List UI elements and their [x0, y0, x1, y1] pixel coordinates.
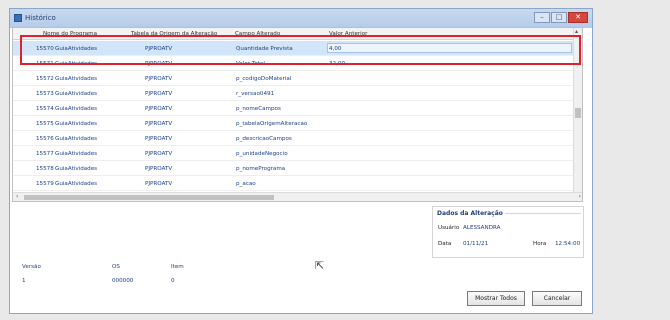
- row-field: p_descricaoCampos: [236, 136, 292, 142]
- row-field: Valor Total: [236, 61, 265, 67]
- row-program: GuiaAtividades: [55, 91, 98, 97]
- scroll-left-icon[interactable]: ‹: [16, 193, 18, 200]
- mouse-pointer-icon: ⇱: [315, 259, 325, 272]
- row-id: 15570: [36, 46, 54, 52]
- row-id: 15572: [36, 76, 54, 82]
- os-label: OS: [112, 264, 120, 270]
- row-field: r_versao0491: [236, 91, 275, 97]
- row-program: GuiaAtividades: [55, 136, 98, 142]
- col-tabela-origem[interactable]: Tabela da Origem da Alteração: [131, 31, 217, 37]
- row-id: 15573: [36, 91, 54, 97]
- col-nome-programa[interactable]: Nome do Programa: [43, 31, 97, 37]
- row-field: p_unidadeNegocio: [236, 151, 288, 157]
- table-row[interactable]: 15576 GuiaAtividades PJPROATV p_descrica…: [13, 131, 574, 146]
- close-button[interactable]: ✕: [568, 12, 588, 23]
- hora-label: Hora: [533, 241, 547, 247]
- row-id: 15571: [36, 61, 54, 67]
- row-id: 15578: [36, 166, 54, 172]
- group-divider: [505, 213, 581, 214]
- row-table: PJPROATV: [145, 181, 173, 187]
- row-id: 15577: [36, 151, 54, 157]
- table-row[interactable]: 15575 GuiaAtividades PJPROATV p_tabelaOr…: [13, 116, 574, 131]
- row-table: PJPROATV: [145, 121, 173, 127]
- usuario-label: Usuário: [438, 225, 460, 231]
- table-row[interactable]: 15579 GuiaAtividades PJPROATV p_acao: [13, 176, 574, 191]
- row-table: PJPROATV: [145, 91, 173, 97]
- table-row[interactable]: 15572 GuiaAtividades PJPROATV p_codigoDo…: [13, 71, 574, 86]
- cancelar-button[interactable]: Cancelar: [532, 291, 582, 306]
- valor-anterior-edit-box[interactable]: [327, 43, 572, 53]
- row-field: p_tabelaOrigemAlteracao: [236, 121, 308, 127]
- usuario-value: ALESSANDRA: [463, 225, 501, 231]
- row-table: PJPROATV: [145, 166, 173, 172]
- dados-title: Dados da Alteração: [437, 210, 503, 217]
- row-field: p_codigoDoMaterial: [236, 76, 292, 82]
- row-program: GuiaAtividades: [55, 151, 98, 157]
- row-program: GuiaAtividades: [55, 166, 98, 172]
- title-bar: Histórico – □ ✕: [10, 9, 592, 28]
- table-row[interactable]: 15573 GuiaAtividades PJPROATV r_versao04…: [13, 86, 574, 101]
- row-program: GuiaAtividades: [55, 46, 98, 52]
- row-program: GuiaAtividades: [55, 121, 98, 127]
- maximize-button[interactable]: □: [551, 12, 567, 23]
- row-field: p_nomePrograma: [236, 166, 286, 172]
- row-field: Quantidade Prevista: [236, 46, 293, 52]
- vertical-scroll-thumb[interactable]: [575, 108, 581, 118]
- horizontal-scroll-thumb[interactable]: [24, 195, 274, 200]
- vertical-scrollbar[interactable]: ▴ ▾: [573, 28, 582, 201]
- row-program: GuiaAtividades: [55, 76, 98, 82]
- row-id: 15574: [36, 106, 54, 112]
- app-icon: [14, 14, 22, 22]
- row-prev-value: 4,00: [329, 46, 342, 52]
- horizontal-scrollbar[interactable]: ‹ ›: [13, 192, 582, 201]
- row-id: 15579: [36, 181, 54, 187]
- minimize-button[interactable]: –: [534, 12, 550, 23]
- table-row[interactable]: 15578 GuiaAtividades PJPROATV p_nomeProg…: [13, 161, 574, 176]
- window-title: Histórico: [25, 14, 56, 22]
- grid-header: Nome do Programa Tabela da Origem da Alt…: [13, 28, 574, 40]
- row-table: PJPROATV: [145, 76, 173, 82]
- row-table: PJPROATV: [145, 106, 173, 112]
- os-value: 000000: [112, 278, 134, 284]
- table-row[interactable]: 15570 GuiaAtividades PJPROATV Quantidade…: [13, 41, 574, 56]
- row-table: PJPROATV: [145, 46, 173, 52]
- table-row[interactable]: 15571 GuiaAtividades PJPROATV Valor Tota…: [13, 56, 574, 71]
- dados-alteracao-group: Dados da Alteração Usuário ALESSANDRA Da…: [432, 206, 584, 258]
- table-row[interactable]: 15574 GuiaAtividades PJPROATV p_nomeCamp…: [13, 101, 574, 116]
- row-field: p_nomeCampos: [236, 106, 281, 112]
- data-value: 01/11/21: [463, 241, 489, 247]
- row-table: PJPROATV: [145, 151, 173, 157]
- row-program: GuiaAtividades: [55, 106, 98, 112]
- mostrar-todos-button[interactable]: Mostrar Todos: [467, 291, 525, 306]
- scroll-right-icon[interactable]: ›: [579, 193, 581, 200]
- row-prev-value: 32,00: [329, 61, 346, 67]
- col-valor-anterior[interactable]: Valor Anterior: [329, 31, 367, 37]
- row-table: PJPROATV: [145, 136, 173, 142]
- hora-value: 12:54:00: [555, 241, 581, 247]
- history-grid[interactable]: Nome do Programa Tabela da Origem da Alt…: [12, 27, 583, 202]
- item-label: Item: [171, 264, 184, 270]
- row-table: PJPROATV: [145, 61, 173, 67]
- row-program: GuiaAtividades: [55, 61, 98, 67]
- scroll-up-icon[interactable]: ▴: [575, 28, 578, 35]
- row-id: 15575: [36, 121, 54, 127]
- row-field: p_acao: [236, 181, 256, 187]
- row-id: 15576: [36, 136, 54, 142]
- col-campo-alterado[interactable]: Campo Alterado: [235, 31, 280, 37]
- table-row[interactable]: 15577 GuiaAtividades PJPROATV p_unidadeN…: [13, 146, 574, 161]
- versao-value: 1: [22, 278, 26, 284]
- data-label: Data: [438, 241, 452, 247]
- item-value: 0: [171, 278, 175, 284]
- versao-label: Versão: [22, 264, 41, 270]
- row-program: GuiaAtividades: [55, 181, 98, 187]
